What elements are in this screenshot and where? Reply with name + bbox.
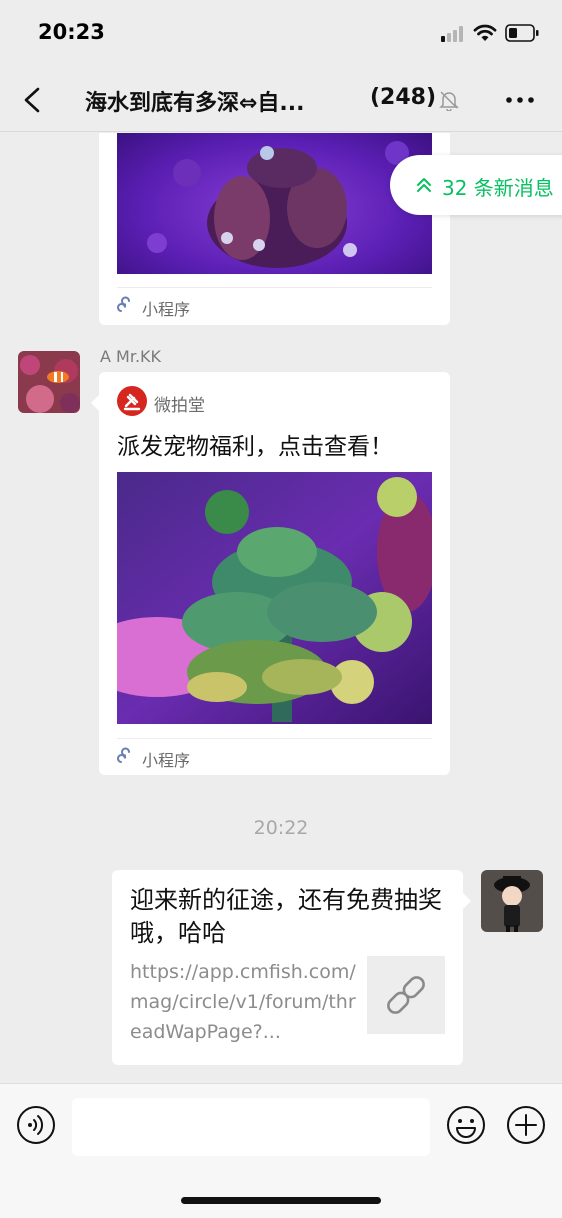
wifi-icon [473, 24, 497, 41]
message-list[interactable]: 小程序 A Mr.KK 微拍堂 派发宠物福利，点击查看！ 小程序 20:22 迎… [0, 133, 562, 1083]
bell-off-icon [439, 91, 459, 111]
chevron-left-icon[interactable] [18, 84, 48, 116]
mini-program-label: 小程序 [142, 751, 191, 770]
mini-program-card[interactable]: 小程序 [99, 133, 450, 325]
link-icon [387, 976, 425, 1014]
message-input[interactable] [72, 1098, 430, 1156]
link-title: 迎来新的征途，还有免费抽奖哦，哈哈 [130, 886, 442, 947]
mini-program-card[interactable]: 微拍堂 派发宠物福利，点击查看！ 小程序 [99, 372, 450, 775]
mini-program-icon [117, 296, 130, 312]
new-messages-button[interactable]: 32 条新消息 [390, 155, 562, 215]
sender-name: A Mr.KK [100, 347, 162, 366]
coral-image [117, 472, 432, 724]
battery-icon [505, 24, 539, 42]
double-chevron-up-icon [417, 178, 431, 192]
emoji-icon[interactable] [446, 1105, 486, 1145]
plus-circle-icon[interactable] [506, 1105, 546, 1145]
home-indicator [181, 1197, 381, 1204]
mini-program-footer: 小程序 [117, 287, 432, 323]
bubble-tail [463, 893, 471, 909]
status-bar: 20:23 [0, 0, 562, 68]
voice-icon[interactable] [16, 1105, 56, 1145]
mini-program-title: 派发宠物福利，点击查看！ [117, 434, 393, 460]
cellular-signal-icon [441, 26, 467, 42]
mini-program-icon [117, 747, 130, 763]
link-thumbnail [367, 956, 445, 1034]
mini-program-name: 微拍堂 [154, 396, 205, 416]
input-bar [0, 1083, 562, 1218]
message-timestamp: 20:22 [253, 817, 309, 839]
bubble-tail [91, 395, 99, 411]
link-url: https://app.cmfish.com/mag/circle/v1/for… [130, 961, 356, 1043]
coral-image [117, 133, 432, 274]
chat-title[interactable]: 海水到底有多深⇔自... [85, 85, 305, 117]
new-messages-label: 32 条新消息 [442, 176, 554, 200]
mini-program-label: 小程序 [142, 300, 191, 319]
link-card[interactable]: 迎来新的征途，还有免费抽奖哦，哈哈 https://app.cmfish.com… [112, 870, 463, 1065]
more-dots-icon[interactable] [504, 90, 536, 110]
mini-program-footer: 小程序 [117, 738, 432, 774]
avatar[interactable] [18, 351, 80, 413]
member-count: (248) [370, 85, 437, 110]
status-time: 20:23 [38, 20, 105, 44]
avatar[interactable] [481, 870, 543, 932]
chat-header: 海水到底有多深⇔自... (248) [0, 68, 562, 132]
weipaitang-logo-icon [117, 386, 147, 416]
